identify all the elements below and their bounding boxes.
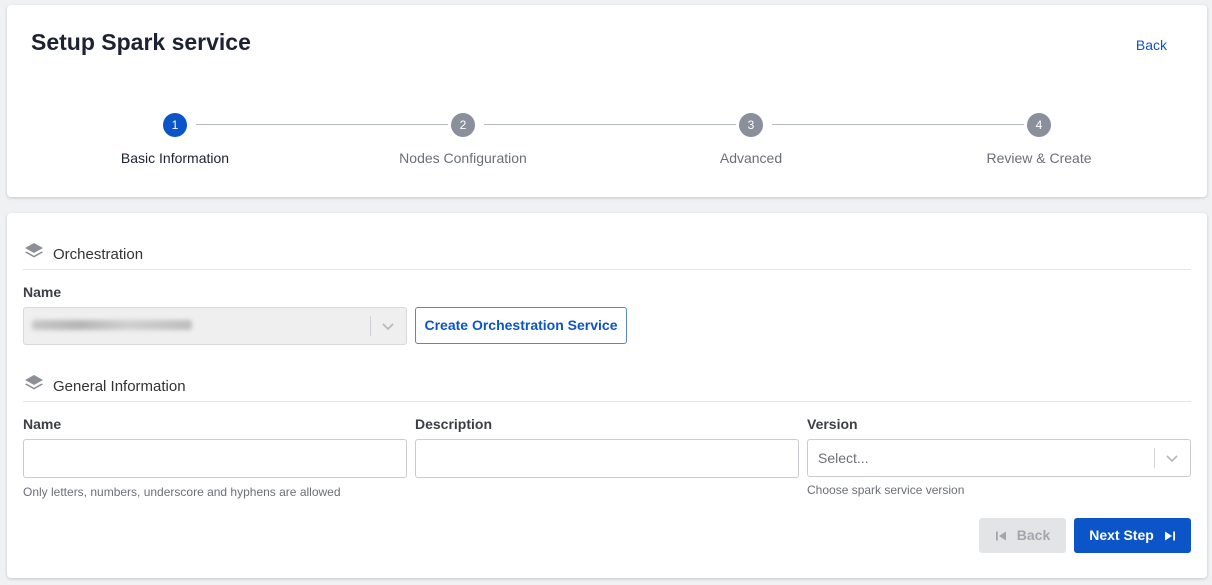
version-placeholder: Select... xyxy=(818,450,869,466)
section-title: Orchestration xyxy=(53,246,144,263)
redacted-value xyxy=(32,320,192,330)
chevron-down-icon[interactable] xyxy=(381,319,395,333)
orchestration-name-label: Name xyxy=(23,284,62,300)
page-title: Setup Spark service xyxy=(31,29,251,55)
step-nodes-configuration[interactable]: 2 Nodes Configuration xyxy=(353,113,573,166)
service-name-label: Name xyxy=(23,416,62,432)
form-card: Orchestration Name Create Orchestration … xyxy=(7,213,1207,578)
step-number: 1 xyxy=(163,113,187,137)
footer-back-button[interactable]: Back xyxy=(979,518,1066,553)
step-label: Advanced xyxy=(719,150,783,166)
service-name-input[interactable] xyxy=(23,439,407,478)
orchestration-section-header: Orchestration xyxy=(23,240,1191,270)
description-label: Description xyxy=(415,416,493,432)
step-label: Basic Information xyxy=(120,150,230,166)
step-number: 4 xyxy=(1027,113,1051,137)
version-label: Version xyxy=(807,416,858,432)
version-hint: Choose spark service version xyxy=(807,483,965,497)
chevron-down-icon[interactable] xyxy=(1165,451,1179,465)
next-step-label: Next Step xyxy=(1089,527,1154,543)
version-select[interactable]: Select... xyxy=(807,439,1191,477)
step-number: 3 xyxy=(739,113,763,137)
skip-previous-icon xyxy=(995,531,1006,540)
step-basic-information[interactable]: 1 Basic Information xyxy=(65,113,285,166)
step-label: Nodes Configuration xyxy=(399,150,527,166)
layers-icon xyxy=(25,375,43,390)
step-label: Review & Create xyxy=(986,150,1092,166)
next-step-button[interactable]: Next Step xyxy=(1074,518,1191,553)
select-divider xyxy=(1154,448,1155,468)
orchestration-select[interactable] xyxy=(23,307,407,345)
step-review-create[interactable]: 4 Review & Create xyxy=(929,113,1149,166)
section-title: General Information xyxy=(53,378,186,395)
service-name-hint: Only letters, numbers, underscore and hy… xyxy=(23,485,341,499)
header-card: Setup Spark service Back 1 Basic Informa… xyxy=(7,5,1207,197)
description-input[interactable] xyxy=(415,439,799,478)
footer-back-label: Back xyxy=(1016,527,1051,543)
stepper: 1 Basic Information 2 Nodes Configuratio… xyxy=(7,113,1207,183)
step-advanced[interactable]: 3 Advanced xyxy=(641,113,861,166)
skip-next-icon xyxy=(1164,531,1175,540)
create-orchestration-button[interactable]: Create Orchestration Service xyxy=(415,307,627,344)
general-section-header: General Information xyxy=(23,372,1191,402)
step-number: 2 xyxy=(451,113,475,137)
back-link[interactable]: Back xyxy=(1136,37,1167,53)
layers-icon xyxy=(25,243,43,258)
select-divider xyxy=(370,316,371,336)
